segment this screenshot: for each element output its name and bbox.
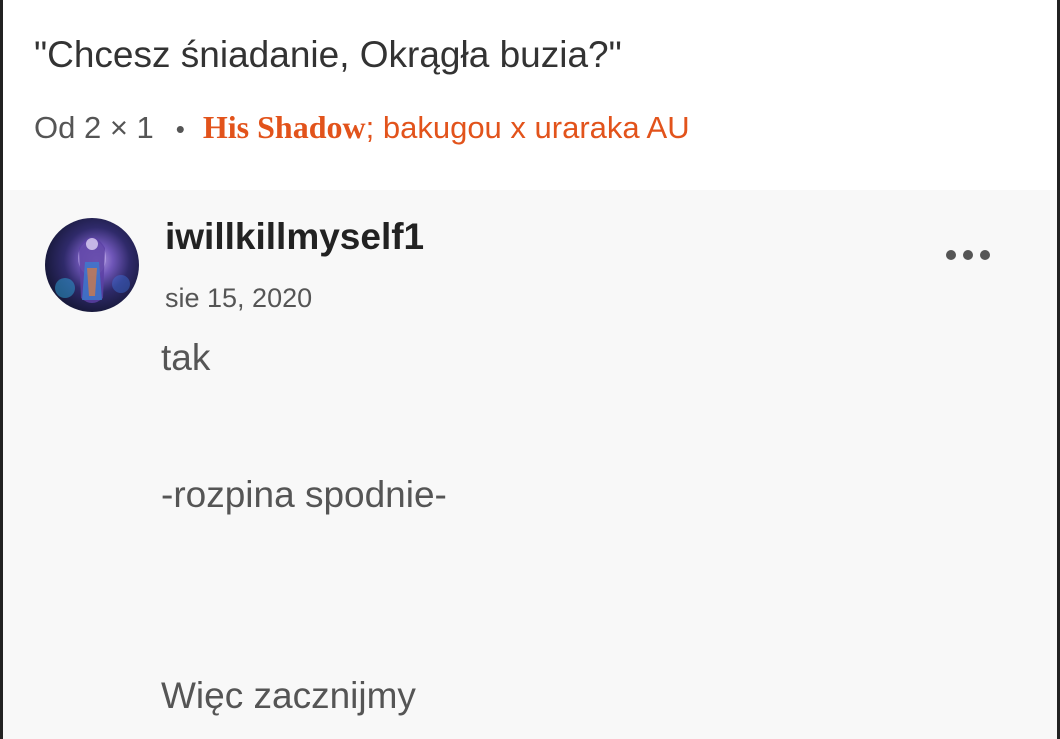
more-options-icon[interactable] — [933, 238, 1003, 272]
story-subtitle-link[interactable]: ; bakugou x uraraka AU — [366, 110, 690, 146]
separator-dot: • — [175, 114, 185, 144]
dot — [963, 250, 973, 260]
comment-line: Więc zacznijmy — [161, 675, 416, 716]
highlighted-quote: "Chcesz śniadanie, Okrągła buzia?" — [34, 34, 622, 75]
avatar[interactable] — [45, 218, 139, 312]
dot — [980, 250, 990, 260]
avatar-image — [55, 237, 130, 303]
reading-view: "Chcesz śniadanie, Okrągła buzia?" Od 2 … — [0, 0, 1060, 739]
comment-date: sie 15, 2020 — [165, 283, 313, 313]
comment-line: -rozpina spodnie- — [161, 474, 447, 515]
dot — [946, 250, 956, 260]
comment-line: tak — [161, 337, 211, 378]
quote-section: "Chcesz śniadanie, Okrągła buzia?" Od 2 … — [3, 0, 1057, 190]
comment-card: iwillkillmyself1 sie 15, 2020 tak -rozpi… — [3, 190, 1057, 739]
story-title-link[interactable]: His Shadow — [203, 109, 366, 146]
chapter-reference: Od 2 × 1 — [34, 110, 154, 145]
comment-author[interactable]: iwillkillmyself1 — [165, 216, 424, 258]
quote-source: Od 2 × 1 • His Shadow ; bakugou x urarak… — [34, 109, 690, 146]
